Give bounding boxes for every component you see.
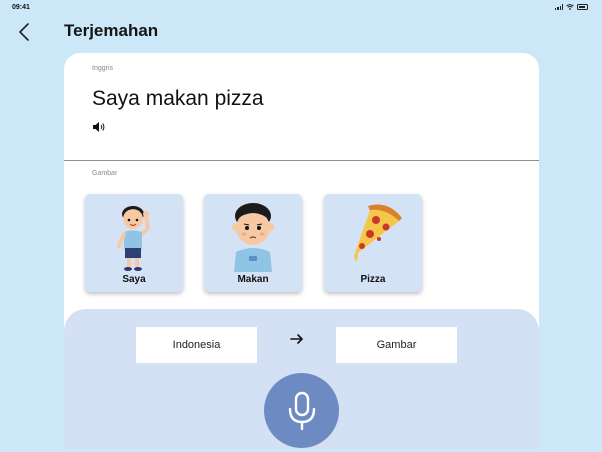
controls-panel: Indonesia Gambar xyxy=(64,309,539,449)
arrow-right-icon xyxy=(290,334,303,344)
back-button[interactable] xyxy=(14,22,34,42)
cellular-signal-icon xyxy=(555,4,563,10)
image-tile-pizza[interactable]: Pizza xyxy=(324,194,422,292)
status-time: 09:41 xyxy=(12,4,30,11)
chevron-left-icon xyxy=(19,23,29,41)
microphone-button[interactable] xyxy=(264,373,339,448)
wifi-icon xyxy=(566,4,574,10)
microphone-icon xyxy=(288,391,315,430)
tile-label: Pizza xyxy=(360,274,386,285)
page-title: Terjemahan xyxy=(64,21,159,40)
source-text: Saya makan pizza xyxy=(92,87,264,110)
battery-icon xyxy=(577,4,588,10)
to-language-button[interactable]: Gambar xyxy=(336,327,457,363)
source-language-label: Inggris xyxy=(92,65,114,72)
status-bar: 09:41 xyxy=(0,0,602,14)
tile-label: Saya xyxy=(122,274,146,285)
image-tile-saya[interactable]: Saya xyxy=(85,194,183,292)
divider xyxy=(64,160,539,161)
from-language-button[interactable]: Indonesia xyxy=(136,327,257,363)
tile-label: Makan xyxy=(237,274,269,285)
speaker-icon[interactable] xyxy=(92,121,106,133)
images-section-label: Gambar xyxy=(92,170,118,177)
status-icons xyxy=(555,4,588,10)
image-tile-makan[interactable]: Makan xyxy=(204,194,302,292)
